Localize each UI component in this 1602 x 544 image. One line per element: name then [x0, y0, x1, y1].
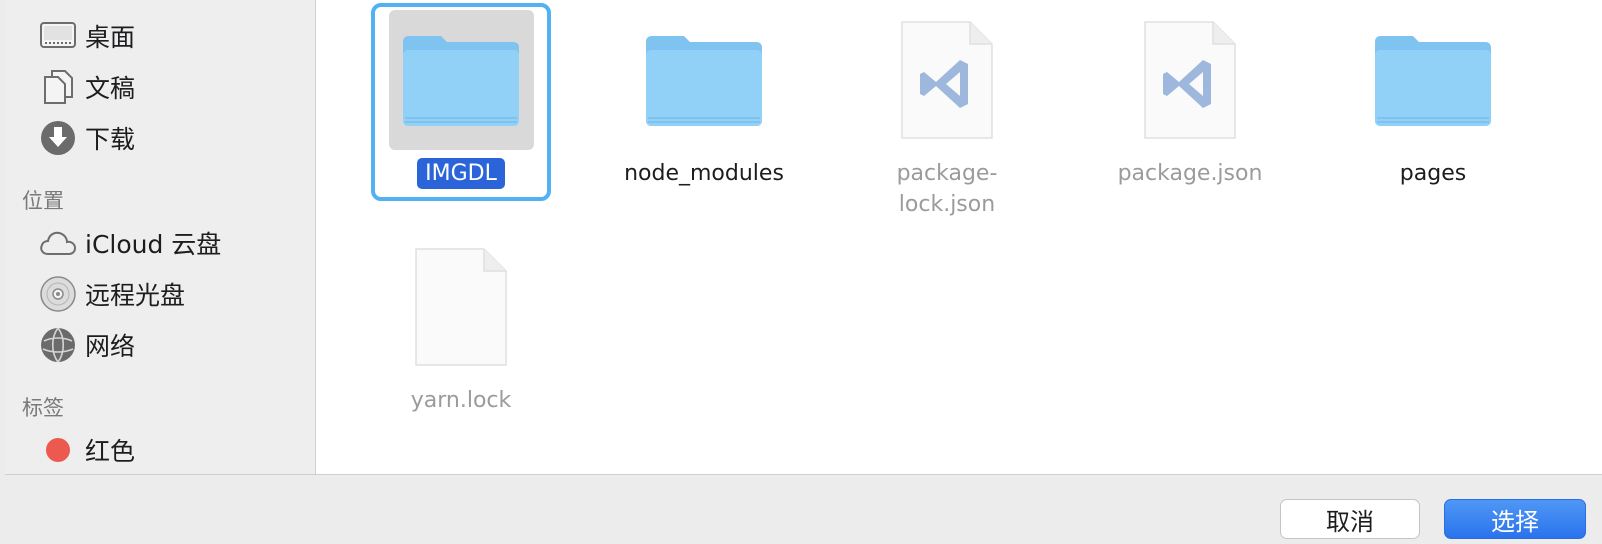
file-item-pages[interactable]: pages [1333, 10, 1533, 189]
desktop-icon [39, 17, 77, 55]
tags-heading: 标签 [22, 396, 64, 420]
sidebar-item-icloud[interactable]: iCloud 云盘 [39, 223, 221, 263]
sidebar-item-desktop[interactable]: 桌面 [39, 16, 135, 56]
vscode-file-icon [1118, 10, 1263, 150]
sidebar-item-label: 远程光盘 [85, 281, 186, 310]
sidebar-item-tag-red[interactable]: 红色 [39, 430, 135, 470]
choose-button[interactable]: 选择 [1444, 499, 1586, 539]
icloud-icon [39, 224, 77, 262]
sidebar-item-downloads[interactable]: 下载 [39, 118, 135, 158]
remote-disc-icon [39, 275, 77, 313]
file-item-imgdl[interactable]: IMGDL [361, 10, 561, 189]
file-name: yarn.lock [410, 388, 512, 413]
file-item-package-json: package.json [1090, 10, 1290, 189]
sidebar-item-remote-disc[interactable]: 远程光盘 [39, 274, 185, 314]
folder-icon [388, 10, 534, 150]
sidebar-item-label: 下载 [85, 125, 136, 154]
sidebar-item-network[interactable]: 网络 [39, 325, 135, 365]
locations-heading: 位置 [22, 189, 64, 213]
file-item-package-lock-json: package- lock.json [847, 10, 1047, 220]
file-name: IMGDL [417, 158, 505, 189]
file-item-yarn-lock: yarn.lock [361, 237, 561, 416]
sidebar-item-label: 红色 [85, 437, 136, 466]
file-name: package.json [1117, 161, 1263, 186]
cancel-button[interactable]: 取消 [1280, 499, 1420, 539]
folder-icon [632, 10, 777, 150]
sidebar-item-label: iCloud 云盘 [85, 230, 222, 259]
blank-file-icon [389, 237, 534, 377]
sidebar: 桌面 文稿 下载 位置 iCloud 云盘 远程光盘 网络 标签 红色 [5, 0, 316, 474]
downloads-icon [39, 119, 77, 157]
file-item-node-modules[interactable]: node_modules [604, 10, 804, 189]
sidebar-item-label: 桌面 [85, 23, 136, 52]
documents-icon [39, 68, 77, 106]
file-name: package- lock.json [896, 161, 998, 217]
dialog-footer: 取消 选择 [5, 474, 1602, 544]
folder-icon [1361, 10, 1506, 150]
file-name: node_modules [624, 161, 784, 186]
network-icon [39, 326, 77, 364]
red-tag-icon [39, 431, 77, 469]
sidebar-item-label: 网络 [85, 332, 136, 361]
sidebar-item-label: 文稿 [85, 74, 136, 103]
sidebar-item-documents[interactable]: 文稿 [39, 67, 135, 107]
vscode-file-icon [875, 10, 1020, 150]
file-name: pages [1399, 161, 1467, 186]
